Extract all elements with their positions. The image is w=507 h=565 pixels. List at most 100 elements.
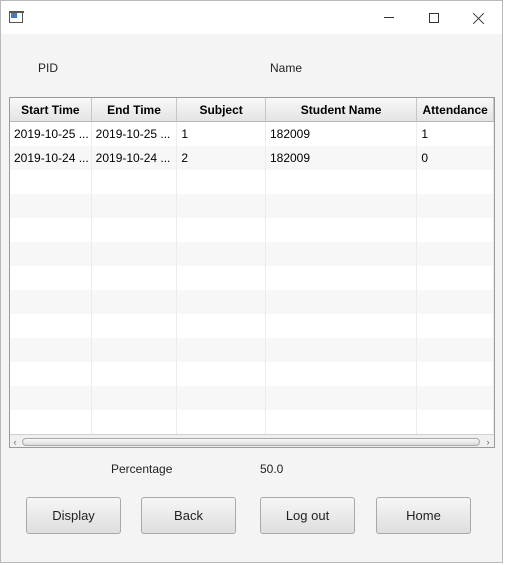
column-header-subject[interactable]: Subject (177, 98, 266, 122)
name-label: Name (270, 61, 303, 75)
empty-cell (417, 170, 494, 194)
empty-cell (177, 194, 266, 218)
cell-start-time: 2019-10-25 ... (10, 122, 92, 146)
empty-cell (266, 410, 418, 434)
empty-cell (266, 242, 418, 266)
empty-cell (266, 194, 418, 218)
empty-cell (177, 290, 266, 314)
empty-cell (10, 290, 92, 314)
empty-cell (10, 242, 92, 266)
empty-cell (10, 218, 92, 242)
empty-cell (92, 290, 178, 314)
empty-table-row (10, 218, 494, 242)
empty-cell (92, 266, 178, 290)
empty-cell (10, 170, 92, 194)
scroll-left-icon[interactable]: ‹ (11, 437, 19, 447)
maximize-button[interactable] (411, 1, 457, 34)
close-button[interactable] (456, 1, 502, 34)
empty-table-row (10, 338, 494, 362)
scrollbar-thumb[interactable] (22, 438, 480, 446)
empty-cell (10, 410, 92, 434)
empty-cell (92, 170, 178, 194)
column-header-end-time[interactable]: End Time (92, 98, 178, 122)
empty-cell (10, 362, 92, 386)
empty-cell (417, 266, 494, 290)
empty-cell (92, 218, 178, 242)
empty-cell (10, 194, 92, 218)
empty-cell (266, 290, 418, 314)
scroll-right-icon[interactable]: › (484, 437, 492, 447)
empty-table-row (10, 170, 494, 194)
empty-cell (266, 386, 418, 410)
pid-label: PID (38, 61, 59, 75)
empty-cell (92, 314, 178, 338)
table-row[interactable]: 2019-10-25 ... 2019-10-25 ... 1 182009 1 (10, 122, 494, 146)
percentage-label: Percentage (111, 462, 173, 476)
empty-table-row (10, 266, 494, 290)
title-bar (1, 1, 502, 34)
empty-cell (92, 242, 178, 266)
empty-cell (417, 362, 494, 386)
empty-cell (177, 386, 266, 410)
empty-cell (266, 314, 418, 338)
logout-button[interactable]: Log out (260, 497, 355, 534)
empty-cell (92, 386, 178, 410)
empty-cell (177, 266, 266, 290)
empty-cell (10, 314, 92, 338)
empty-table-row (10, 362, 494, 386)
empty-cell (266, 338, 418, 362)
empty-cell (417, 242, 494, 266)
empty-cell (177, 338, 266, 362)
empty-cell (10, 266, 92, 290)
empty-cell (417, 194, 494, 218)
empty-cell (177, 170, 266, 194)
cell-student-name: 182009 (266, 146, 418, 170)
empty-table-row (10, 194, 494, 218)
empty-table-row (10, 242, 494, 266)
cell-attendance: 1 (417, 122, 494, 146)
app-icon (9, 11, 24, 23)
empty-cell (177, 362, 266, 386)
empty-cell (266, 362, 418, 386)
cell-subject: 1 (177, 122, 266, 146)
empty-cell (266, 170, 418, 194)
app-window: PID Name Start Time End Time Subject Stu… (0, 0, 503, 563)
empty-cell (177, 242, 266, 266)
maximize-icon (429, 12, 439, 23)
empty-cell (92, 362, 178, 386)
empty-cell (417, 338, 494, 362)
minimize-icon (384, 17, 394, 18)
home-button[interactable]: Home (376, 497, 471, 534)
column-header-student-name[interactable]: Student Name (266, 98, 418, 122)
display-button[interactable]: Display (26, 497, 121, 534)
back-button[interactable]: Back (141, 497, 236, 534)
cell-subject: 2 (177, 146, 266, 170)
empty-cell (92, 410, 178, 434)
empty-table-row (10, 386, 494, 410)
table-header: Start Time End Time Subject Student Name… (10, 98, 494, 122)
horizontal-scrollbar[interactable]: ‹ › (10, 434, 494, 447)
cell-end-time: 2019-10-24 ... (92, 146, 178, 170)
empty-cell (92, 194, 178, 218)
cell-student-name: 182009 (266, 122, 418, 146)
attendance-table[interactable]: Start Time End Time Subject Student Name… (9, 97, 495, 448)
empty-table-row (10, 410, 494, 434)
cell-end-time: 2019-10-25 ... (92, 122, 178, 146)
table-body: 2019-10-25 ... 2019-10-25 ... 1 182009 1… (10, 122, 494, 434)
empty-table-row (10, 290, 494, 314)
cell-attendance: 0 (417, 146, 494, 170)
minimize-button[interactable] (366, 1, 412, 34)
empty-cell (417, 314, 494, 338)
empty-cell (10, 386, 92, 410)
empty-cell (417, 410, 494, 434)
table-row[interactable]: 2019-10-24 ... 2019-10-24 ... 2 182009 0 (10, 146, 494, 170)
empty-table-row (10, 314, 494, 338)
close-icon (473, 12, 485, 24)
column-header-start-time[interactable]: Start Time (10, 98, 92, 122)
column-header-attendance[interactable]: Attendance (417, 98, 494, 122)
empty-cell (266, 266, 418, 290)
empty-cell (177, 218, 266, 242)
empty-cell (177, 314, 266, 338)
empty-cell (177, 410, 266, 434)
empty-cell (417, 386, 494, 410)
